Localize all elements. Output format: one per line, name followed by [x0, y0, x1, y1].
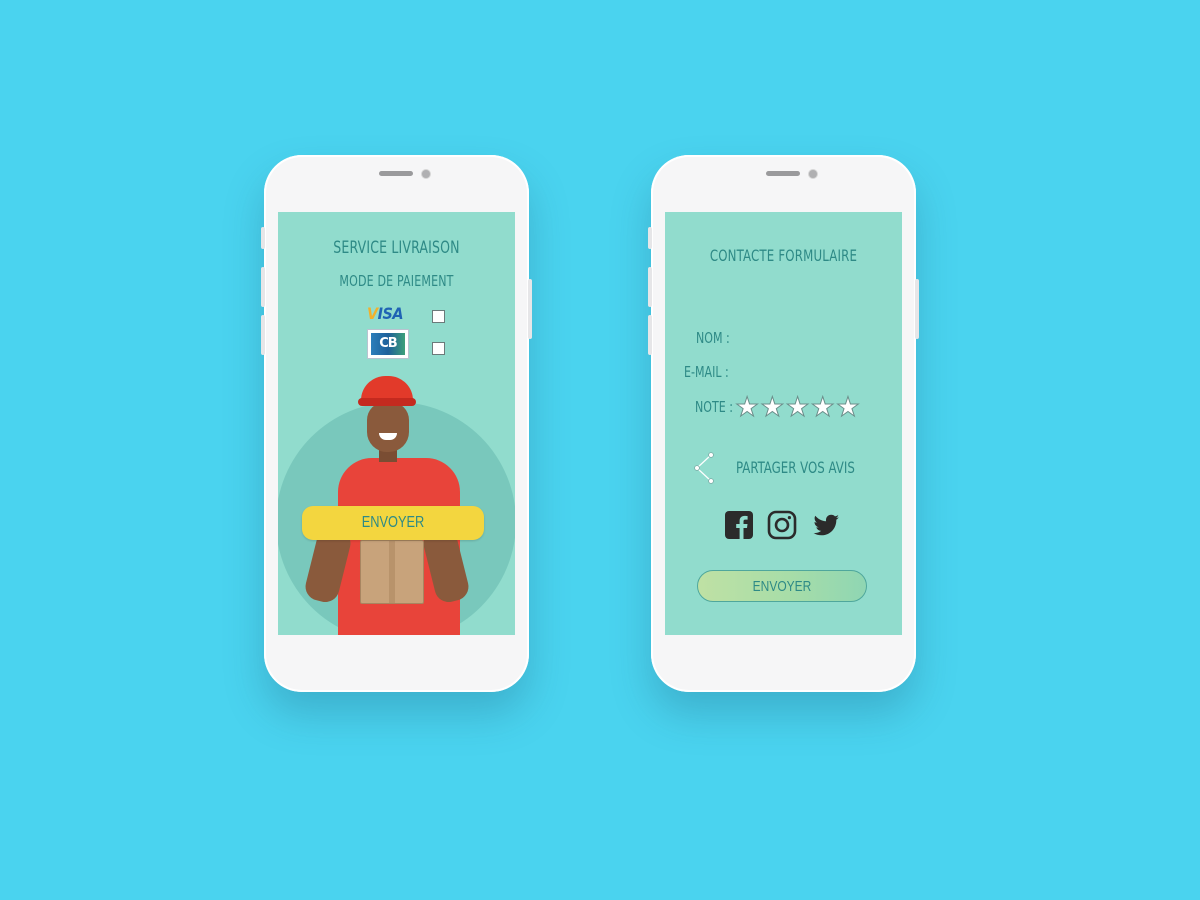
phone-contact-mockup: CONTACTE FORMULAIRE NOM : E-MAIL : NOTE …: [648, 155, 919, 692]
star-icon[interactable]: ★: [734, 393, 759, 422]
cb-checkbox[interactable]: [432, 342, 445, 355]
visa-logo-text: ISA: [377, 304, 404, 323]
volume-down-button: [261, 315, 265, 355]
payment-subtitle: MODE DE PAIEMENT: [339, 272, 454, 290]
visa-logo-accent: V: [367, 304, 378, 323]
speaker-grille: [379, 171, 413, 176]
share-label[interactable]: PARTAGER VOS AVIS: [736, 458, 855, 477]
parcel-tape: [389, 541, 395, 603]
mute-switch: [261, 227, 265, 249]
front-camera: [421, 169, 431, 179]
instagram-icon[interactable]: [767, 510, 797, 540]
send-button-label: ENVOYER: [752, 578, 812, 595]
email-label: E-MAIL :: [684, 363, 729, 381]
send-button-label: ENVOYER: [361, 514, 425, 531]
facebook-icon[interactable]: [724, 510, 754, 540]
send-button[interactable]: ENVOYER: [697, 570, 867, 602]
name-label: NOM :: [696, 329, 730, 347]
cb-logo-text: CB: [379, 336, 397, 351]
volume-down-button: [648, 315, 652, 355]
screen-title: CONTACTE FORMULAIRE: [709, 246, 858, 265]
send-button[interactable]: ENVOYER: [302, 506, 484, 540]
courier-cap-brim: [358, 398, 416, 406]
screen-title: SERVICE LIVRAISON: [333, 238, 460, 258]
visa-logo: VISA: [367, 304, 404, 323]
cb-card-logo: CB: [367, 329, 409, 359]
star-rating: ★ ★ ★ ★ ★: [734, 393, 860, 422]
power-button: [528, 279, 532, 339]
courier-face: [367, 402, 409, 452]
mute-switch: [648, 227, 652, 249]
star-icon[interactable]: ★: [785, 393, 810, 422]
delivery-screen: SERVICE LIVRAISON MODE DE PAIEMENT VISA …: [278, 212, 515, 635]
speaker-grille: [766, 171, 800, 176]
front-camera: [808, 169, 818, 179]
rating-label: NOTE :: [695, 398, 733, 416]
phone-delivery-mockup: SERVICE LIVRAISON MODE DE PAIEMENT VISA …: [261, 155, 532, 692]
share-icon[interactable]: [693, 452, 717, 484]
star-icon[interactable]: ★: [760, 393, 785, 422]
power-button: [915, 279, 919, 339]
parcel-box: [360, 540, 424, 604]
volume-up-button: [648, 267, 652, 307]
star-icon[interactable]: ★: [810, 393, 835, 422]
visa-checkbox[interactable]: [432, 310, 445, 323]
contact-screen: CONTACTE FORMULAIRE NOM : E-MAIL : NOTE …: [665, 212, 902, 635]
cb-card-logo-face: CB: [371, 333, 405, 355]
volume-up-button: [261, 267, 265, 307]
twitter-icon[interactable]: [811, 510, 841, 540]
star-icon[interactable]: ★: [835, 393, 860, 422]
